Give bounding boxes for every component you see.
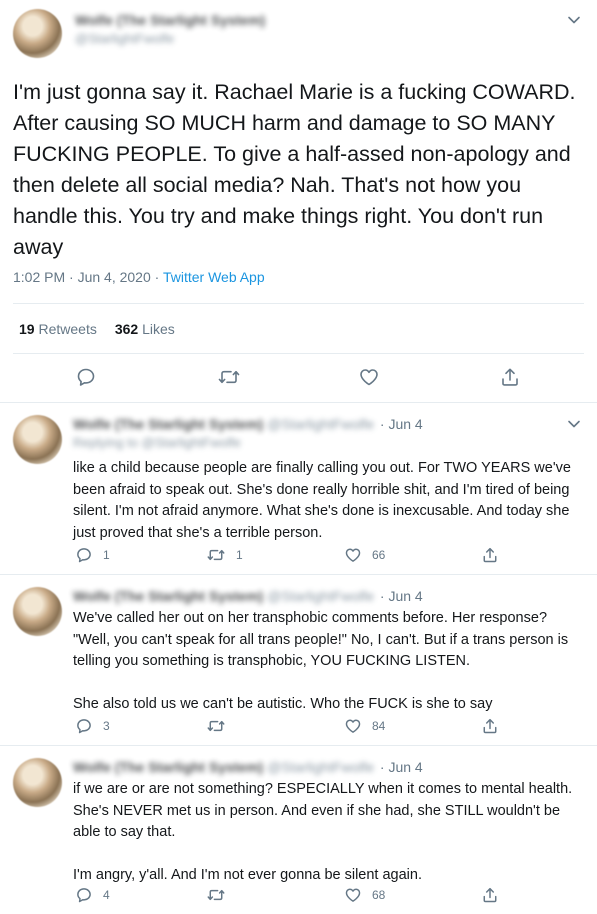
like-count: 68	[372, 888, 386, 902]
reply-count: 1	[103, 548, 110, 562]
avatar[interactable]	[13, 9, 62, 58]
avatar[interactable]	[13, 587, 62, 636]
reply-text: like a child because people are finally …	[73, 460, 575, 541]
author-handle[interactable]: @StarlightFwolfe	[267, 416, 374, 432]
like-action[interactable]: 68	[344, 886, 385, 904]
retweet-action[interactable]: 1	[206, 546, 243, 564]
reply-count: 3	[103, 719, 110, 733]
tweet-timestamp: 1:02 PM · Jun 4, 2020 · Twitter Web App	[13, 269, 265, 285]
author-handle[interactable]: @StarlightFwolfe	[267, 759, 374, 775]
author-display-name[interactable]: Wolfe (The Starlight System)	[73, 588, 263, 604]
reply-date[interactable]: · Jun 4	[380, 759, 423, 775]
author-display-name[interactable]: Wolfe (The Starlight System)	[73, 416, 263, 432]
tweet-stats: 19 Retweets 362 Likes	[19, 321, 175, 337]
avatar[interactable]	[13, 415, 62, 464]
like-action[interactable]: 66	[344, 546, 385, 564]
reply-header: Wolfe (The Starlight System) @StarlightF…	[73, 416, 423, 432]
reply-tweet[interactable]: Wolfe (The Starlight System) @StarlightF…	[0, 575, 597, 746]
reply-action[interactable]: 1	[75, 546, 110, 564]
avatar[interactable]	[13, 758, 62, 807]
share-icon[interactable]	[481, 546, 509, 564]
reply-action[interactable]: 4	[75, 886, 110, 904]
main-tweet: Wolfe (The Starlight System) @StarlightF…	[0, 0, 597, 403]
heart-icon[interactable]	[358, 366, 380, 388]
reply-date[interactable]: · Jun 4	[380, 416, 423, 432]
retweet-action[interactable]	[206, 886, 236, 904]
author-handle[interactable]: @StarlightFwolfe	[75, 31, 174, 46]
like-count: 84	[372, 719, 386, 733]
retweets-stat[interactable]: 19 Retweets	[19, 321, 97, 337]
reply-tweet[interactable]: Wolfe (The Starlight System) @StarlightF…	[0, 403, 597, 575]
reply-tweet[interactable]: Wolfe (The Starlight System) @StarlightF…	[0, 746, 597, 914]
retweet-action[interactable]	[206, 717, 236, 735]
share-icon[interactable]	[499, 366, 521, 388]
retweets-label: Retweets	[38, 321, 97, 337]
author-display-name[interactable]: Wolfe (The Starlight System)	[75, 12, 265, 28]
author-handle[interactable]: @StarlightFwolfe	[267, 588, 374, 604]
chevron-down-icon[interactable]	[564, 10, 584, 30]
reply-header: Wolfe (The Starlight System) @StarlightF…	[73, 588, 423, 604]
tweet-source[interactable]: Twitter Web App	[163, 269, 265, 285]
reply-text: if we are or are not something? ESPECIAL…	[73, 781, 573, 883]
like-action[interactable]: 84	[344, 717, 385, 735]
tweet-time[interactable]: 1:02 PM · Jun 4, 2020 ·	[13, 269, 163, 285]
likes-label: Likes	[142, 321, 175, 337]
divider	[13, 353, 584, 354]
reply-icon[interactable]	[75, 366, 97, 388]
author-display-name[interactable]: Wolfe (The Starlight System)	[73, 759, 263, 775]
tweet-text: I'm just gonna say it. Rachael Marie is …	[13, 80, 576, 259]
retweets-count: 19	[19, 321, 35, 337]
likes-stat[interactable]: 362 Likes	[115, 321, 175, 337]
likes-count: 362	[114, 321, 139, 337]
replying-to[interactable]: Replying to @StarlightFwolfe	[73, 435, 241, 450]
reply-header: Wolfe (The Starlight System) @StarlightF…	[73, 759, 423, 775]
reply-text: We've called her out on her transphobic …	[73, 610, 569, 712]
retweet-icon[interactable]	[217, 366, 241, 388]
reply-action[interactable]: 3	[75, 717, 110, 735]
chevron-down-icon[interactable]	[564, 414, 584, 434]
retweet-count: 1	[236, 548, 243, 562]
reply-date[interactable]: · Jun 4	[380, 588, 423, 604]
share-icon[interactable]	[481, 886, 509, 904]
divider	[13, 303, 584, 304]
share-icon[interactable]	[481, 717, 509, 735]
reply-count: 4	[103, 888, 110, 902]
like-count: 66	[372, 548, 386, 562]
